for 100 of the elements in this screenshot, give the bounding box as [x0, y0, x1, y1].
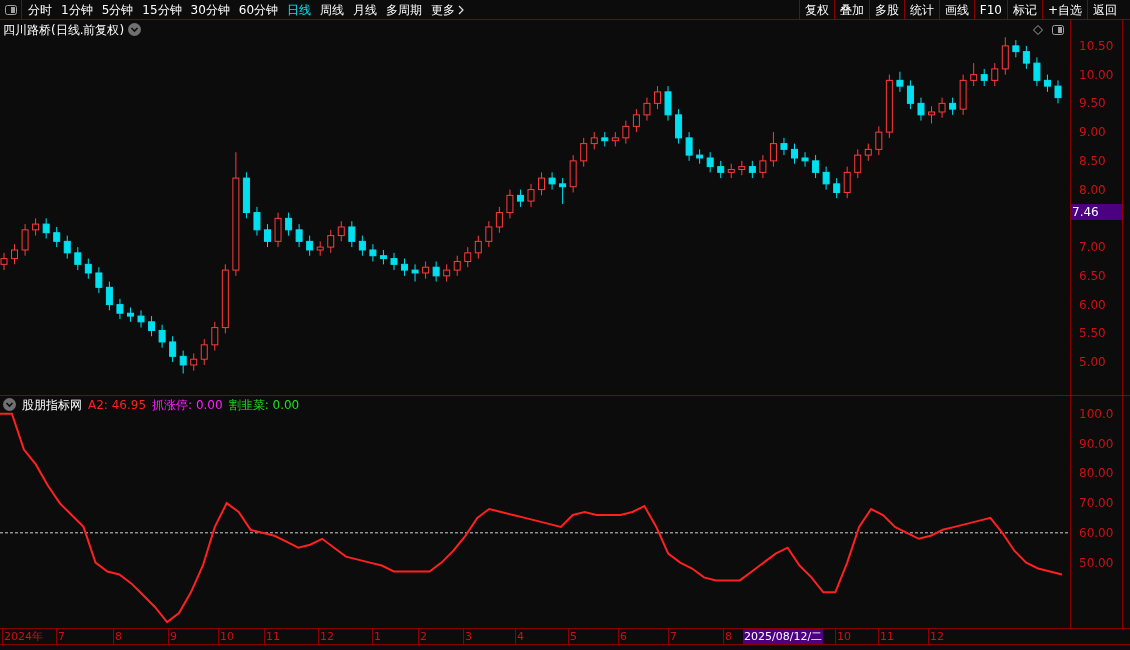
candle — [369, 243, 377, 262]
candle — [970, 62, 978, 87]
price-axis-label: 7.00 — [1079, 240, 1106, 255]
candle — [127, 306, 134, 323]
candle — [432, 260, 440, 283]
date-axis-label: 1 — [372, 629, 381, 644]
candle — [675, 108, 683, 145]
price-axis-label: 8.50 — [1079, 153, 1106, 168]
candle — [148, 315, 156, 337]
price-axis-label: 6.50 — [1079, 268, 1106, 283]
period-tab[interactable]: 多周期 — [386, 0, 423, 19]
candle — [1012, 39, 1020, 58]
toolbar-button[interactable]: 统计 — [903, 0, 939, 19]
candle — [1001, 36, 1009, 76]
date-axis-label: 11 — [264, 629, 280, 644]
candle — [495, 206, 503, 234]
toolbar-button[interactable]: F10 — [973, 0, 1007, 19]
candle — [959, 74, 967, 116]
indicator-axis-label: 100.0 — [1079, 406, 1114, 421]
period-tab[interactable]: 周线 — [320, 0, 345, 19]
panel-toggle-icon[interactable] — [4, 4, 17, 15]
candle — [422, 260, 430, 280]
candle — [337, 220, 345, 242]
chart-title: 四川路桥(日线.前复权) — [3, 21, 125, 39]
period-tab[interactable]: 15分钟 — [142, 0, 182, 19]
date-axis-label: 7 — [668, 629, 677, 644]
candle — [748, 160, 756, 179]
diamond-icon[interactable] — [1033, 24, 1043, 35]
candle — [580, 137, 588, 168]
candle — [158, 324, 166, 349]
candle — [295, 223, 303, 248]
candle — [590, 131, 598, 150]
candle — [833, 177, 841, 199]
candle — [812, 154, 820, 179]
candle — [137, 309, 145, 329]
indicator-axis-label: 90.00 — [1079, 436, 1114, 451]
period-tab[interactable]: 5分钟 — [101, 0, 134, 19]
candle — [443, 263, 451, 283]
toolbar-button[interactable]: 画线 — [938, 0, 974, 19]
candle — [980, 68, 988, 87]
period-tab[interactable]: 月线 — [353, 0, 378, 19]
candle — [274, 212, 282, 248]
candle — [622, 120, 630, 145]
date-axis-label: 8 — [723, 629, 732, 644]
toolbar-button[interactable]: 返回 — [1087, 0, 1122, 19]
candle — [253, 206, 261, 237]
candle — [611, 131, 619, 147]
period-tab[interactable]: 更多 — [431, 0, 466, 19]
date-axis-label: 2024年 — [2, 629, 43, 644]
candle — [706, 151, 714, 173]
candle — [569, 154, 577, 193]
candle — [548, 171, 556, 191]
candle — [632, 108, 640, 133]
cursor-date-tag: 2025/08/12/二 — [743, 629, 824, 644]
candle — [654, 85, 661, 110]
candle — [791, 143, 798, 165]
date-axis-label: 3 — [463, 629, 472, 644]
candle — [906, 79, 914, 110]
candle — [74, 246, 82, 271]
candle — [169, 335, 177, 363]
candle — [306, 235, 314, 257]
candle — [780, 137, 788, 156]
dropdown-chevron-icon[interactable] — [128, 23, 142, 36]
candle — [316, 240, 324, 257]
indicator-legend-value: A2: 46.95 — [88, 396, 147, 414]
candle — [991, 62, 999, 87]
candle — [1022, 45, 1030, 70]
dropdown-chevron-icon[interactable] — [3, 398, 16, 411]
toolbar-button[interactable]: 叠加 — [833, 0, 869, 19]
period-tab[interactable]: 1分钟 — [61, 0, 93, 19]
date-axis-label: 12 — [928, 629, 944, 644]
period-tab[interactable]: 60分钟 — [238, 0, 279, 19]
candle — [116, 298, 124, 320]
toolbar-button[interactable]: 多股 — [868, 0, 904, 19]
toolbar-button[interactable]: +自选 — [1041, 0, 1087, 19]
candle — [485, 220, 493, 248]
period-tab[interactable]: 日线 — [287, 0, 312, 19]
candle — [221, 263, 229, 334]
candle — [664, 85, 672, 122]
candle — [696, 148, 704, 165]
candle — [864, 143, 872, 162]
period-tab[interactable]: 30分钟 — [190, 0, 230, 19]
indicator-axis-label: 70.00 — [1079, 496, 1114, 511]
candle — [538, 171, 546, 196]
date-axis-label: 7 — [56, 629, 65, 644]
period-tab[interactable]: 分时 — [28, 0, 52, 19]
toolbar-button[interactable]: 复权 — [798, 0, 834, 19]
candle — [875, 125, 883, 156]
candle — [358, 235, 366, 257]
candle — [63, 235, 71, 260]
panel-toggle-icon[interactable] — [1052, 24, 1064, 35]
candle — [11, 243, 19, 265]
candle — [738, 160, 746, 176]
candle — [727, 163, 735, 179]
candle — [411, 263, 419, 283]
toolbar-button[interactable]: 标记 — [1006, 0, 1042, 19]
candle — [105, 281, 113, 311]
candle — [95, 266, 103, 294]
date-axis-label: 2 — [418, 629, 427, 644]
price-axis-label: 9.50 — [1079, 96, 1106, 111]
